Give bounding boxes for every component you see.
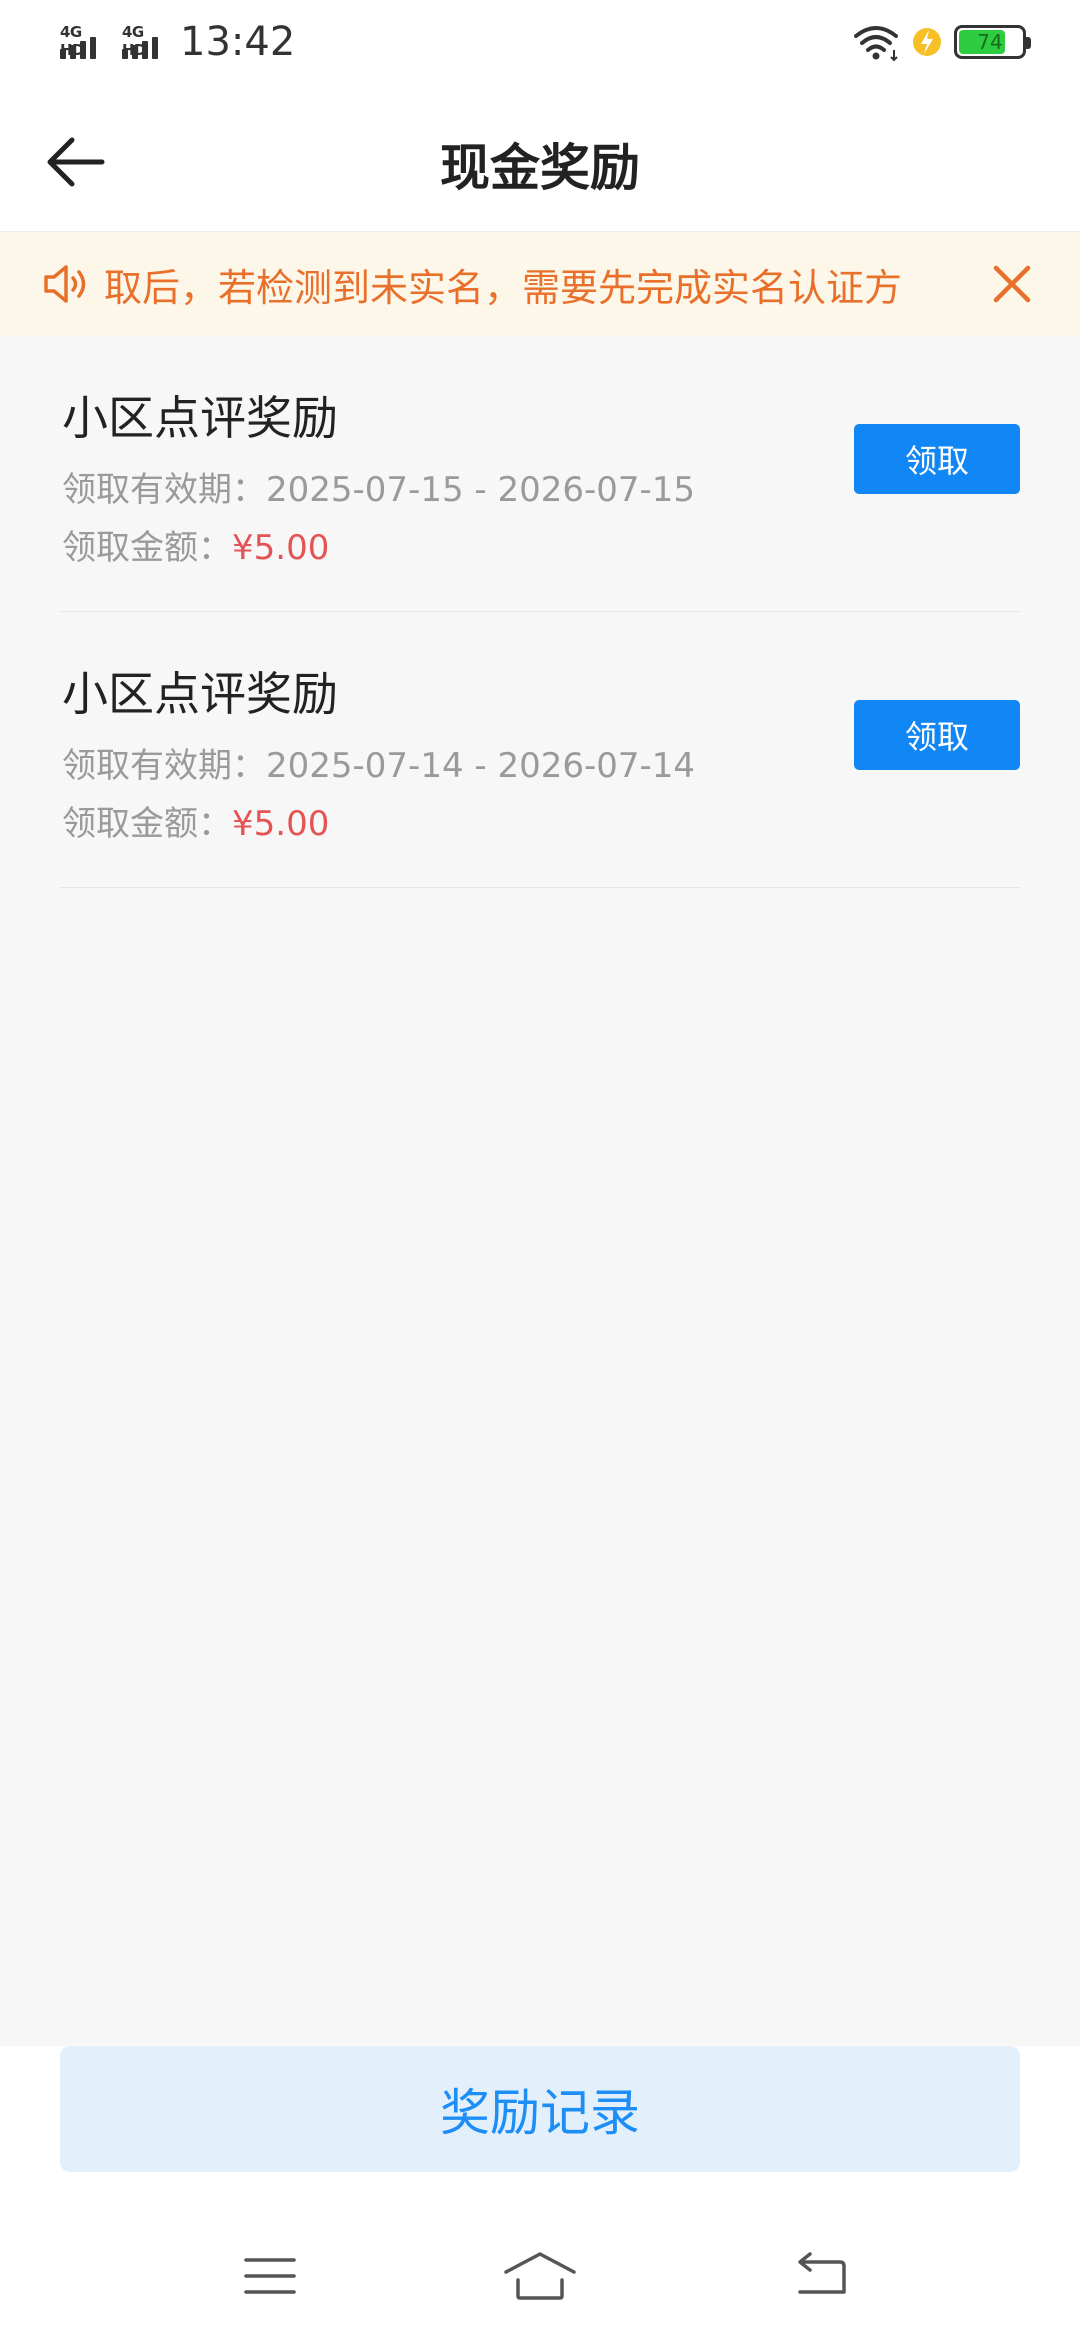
status-bar: 4G HD 4G HD 13:42 74 — [0, 0, 1080, 84]
amount-value: ¥5.00 — [232, 804, 330, 844]
list-item: 小区点评奖励 领取有效期：2025-07-15 - 2026-07-15 领取金… — [60, 336, 1020, 612]
charging-icon — [913, 28, 941, 56]
menu-icon — [244, 2258, 296, 2294]
nav-bar: 现金奖励 — [0, 84, 1080, 232]
amount-label: 领取金额： — [62, 528, 232, 568]
menu-button[interactable] — [220, 2236, 320, 2316]
signal-group: 4G HD 4G HD — [60, 21, 170, 63]
footer-area: 奖励记录 — [0, 2046, 1080, 2340]
reward-title: 小区点评奖励 — [62, 667, 338, 721]
battery-icon: 74 — [954, 25, 1031, 59]
system-nav-bar — [0, 2236, 1080, 2316]
close-icon[interactable] — [984, 256, 1040, 312]
home-icon — [504, 2252, 576, 2300]
amount-label: 领取金额： — [62, 804, 232, 844]
clock: 13:42 — [180, 19, 296, 65]
speaker-icon — [44, 265, 86, 303]
reward-list: 小区点评奖励 领取有效期：2025-07-15 - 2026-07-15 领取金… — [60, 336, 1020, 888]
notice-banner: 取后，若检测到未实名，需要先完成实名认证方 — [0, 232, 1080, 336]
period-label: 领取有效期： — [62, 746, 266, 786]
reward-records-button[interactable]: 奖励记录 — [60, 2046, 1020, 2172]
notice-text: 取后，若检测到未实名，需要先完成实名认证方 — [104, 265, 903, 310]
home-button[interactable] — [490, 2236, 590, 2316]
reward-period: 领取有效期：2025-07-14 - 2026-07-14 — [62, 738, 695, 787]
signal-icon: 4G HD — [60, 21, 108, 63]
back-nav-button[interactable] — [770, 2236, 870, 2316]
status-icons: 74 — [852, 22, 1031, 62]
wifi-icon — [854, 26, 898, 62]
reward-period: 领取有效期：2025-07-15 - 2026-07-15 — [62, 462, 695, 511]
page-title: 现金奖励 — [440, 139, 640, 197]
back-icon — [798, 2252, 846, 2294]
reward-amount: 领取金额：¥5.00 — [62, 520, 329, 569]
reward-amount: 领取金额：¥5.00 — [62, 796, 329, 845]
list-item: 小区点评奖励 领取有效期：2025-07-14 - 2026-07-14 领取金… — [60, 612, 1020, 888]
battery-level-text: 74 — [977, 30, 1003, 54]
period-value: 2025-07-15 - 2026-07-15 — [266, 470, 696, 510]
period-label: 领取有效期： — [62, 470, 266, 510]
signal-icon: 4G HD — [122, 21, 170, 63]
claim-button[interactable]: 领取 — [854, 424, 1020, 494]
claim-button[interactable]: 领取 — [854, 700, 1020, 770]
reward-title: 小区点评奖励 — [62, 391, 338, 445]
amount-value: ¥5.00 — [232, 528, 330, 568]
period-value: 2025-07-14 - 2026-07-14 — [266, 746, 696, 786]
